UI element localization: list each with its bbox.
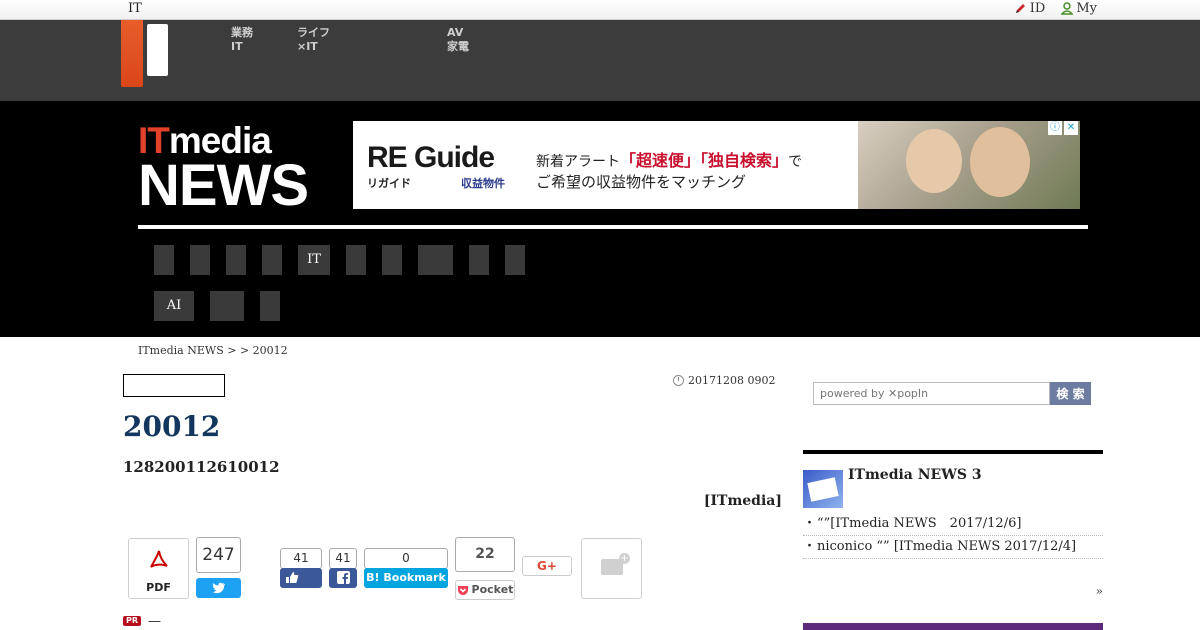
logo-news: NEWS: [138, 153, 309, 218]
ad-copy: ご希望の収益物件をマッチング: [536, 173, 747, 191]
header-nav-line2: IT: [231, 40, 243, 53]
my-link-label: My: [1076, 1, 1097, 16]
pdf-button-label: PDF: [146, 581, 171, 594]
category-nav-item[interactable]: [505, 245, 525, 275]
thumbs-up-icon: [286, 572, 299, 583]
facebook-icon: [336, 571, 350, 584]
clock-icon: [673, 375, 684, 386]
site-search: 検 索: [813, 382, 1091, 405]
category-nav-item[interactable]: [154, 245, 174, 275]
top-brand-link[interactable]: IT: [128, 1, 142, 16]
article-byline: [ITmedia]: [703, 493, 782, 509]
pdf-button[interactable]: PDF: [128, 538, 189, 599]
article-category-box: [123, 374, 225, 397]
itmedia-news-logo[interactable]: ITmedia NEWS: [138, 122, 309, 218]
category-nav-item[interactable]: [382, 245, 402, 275]
top-user-links: ID My: [1014, 1, 1097, 16]
google-plus-button[interactable]: G+: [522, 556, 572, 576]
fb-share-button[interactable]: [329, 568, 357, 588]
twitter-icon: [212, 582, 225, 594]
ad-headline: 新着アラート「超速便」「独自検索」で: [536, 147, 802, 171]
itmedia-logo-mark[interactable]: [121, 20, 143, 87]
sidebar-next-box: [803, 623, 1103, 630]
ad-logo-sub: リガイド 収益物件: [367, 175, 505, 191]
header-nav-line2: ×IT: [297, 40, 318, 53]
ad-controls: ⓘ ✕: [1048, 121, 1078, 135]
mail-share-button[interactable]: +: [581, 538, 642, 599]
global-header: 業務 IT ライフ ×IT AV 家電: [0, 20, 1200, 101]
header-nav-line2: 家電: [447, 40, 469, 53]
header-nav-line1: 業務: [231, 26, 253, 39]
pdf-icon: [150, 550, 168, 568]
ad-close-icon[interactable]: ✕: [1064, 121, 1078, 135]
sidebar-box-title: ITmedia NEWS 3: [848, 467, 982, 483]
banner-divider: [138, 225, 1088, 229]
hatena-bookmark-button[interactable]: B! Bookmark: [364, 568, 448, 588]
itmedia-logo-mark-white: [147, 24, 168, 76]
hatena-count: 0: [364, 548, 448, 569]
category-nav-item[interactable]: [418, 245, 453, 275]
sidebar-box-divider: [803, 450, 1103, 454]
top-utility-bar: IT ID My: [0, 0, 1200, 20]
my-link[interactable]: My: [1061, 1, 1097, 16]
category-nav-item-it[interactable]: IT: [298, 245, 330, 275]
search-input[interactable]: [813, 382, 1050, 405]
header-nav-life[interactable]: ライフ ×IT: [297, 26, 330, 54]
breadcrumb[interactable]: ITmedia NEWS > > 20012: [138, 344, 288, 357]
ad-photo-person: [906, 129, 962, 193]
tweet-button[interactable]: [196, 578, 241, 598]
header-nav-line1: ライフ: [297, 26, 330, 39]
ad-headline-post: で: [788, 154, 803, 170]
ad-tag: 収益物件: [461, 177, 505, 190]
ad-banner[interactable]: RE Guide リガイド 収益物件 新着アラート「超速便」「独自検索」で ご希望…: [353, 121, 1080, 209]
pocket-button[interactable]: Pocket: [455, 580, 515, 600]
header-nav-av[interactable]: AV 家電: [447, 26, 469, 54]
category-nav-row1: IT: [154, 245, 525, 275]
search-button[interactable]: 検 索: [1050, 382, 1091, 405]
ad-photo-person: [970, 127, 1030, 197]
id-link[interactable]: ID: [1014, 1, 1046, 16]
ad-headline-highlight: 「超速便」「独自検索」: [620, 151, 789, 170]
ad-headline-pre: 新着アラート: [536, 154, 620, 170]
article-date-text: 20171208 0902: [688, 374, 776, 387]
sidebar-news-list: “”[ITmedia NEWS 2017/12/6] niconico “” […: [803, 513, 1103, 559]
pr-badge: PR: [123, 616, 142, 626]
pocket-count: 22: [455, 537, 515, 572]
pocket-icon: [457, 585, 468, 595]
category-nav-item[interactable]: [260, 291, 280, 321]
category-nav-item[interactable]: [262, 245, 282, 275]
header-nav-business[interactable]: 業務 IT: [231, 26, 253, 54]
pencil-icon: [1015, 4, 1025, 13]
article-title: 20012: [123, 410, 221, 443]
add-icon: +: [619, 553, 630, 564]
category-nav-item-ai[interactable]: AI: [154, 291, 194, 321]
fb-like-button[interactable]: [280, 568, 322, 588]
ad-logo-text: RE Guide: [367, 141, 495, 174]
category-nav-item[interactable]: [210, 291, 244, 321]
ad-kana: リガイド: [367, 177, 411, 190]
pr-text[interactable]: —: [148, 614, 161, 629]
header-nav-line1: AV: [447, 26, 464, 39]
ad-logo: RE Guide: [367, 141, 495, 175]
article-date: 20171208 0902: [673, 374, 775, 387]
ad-photo: [858, 121, 1080, 209]
category-nav-item[interactable]: [226, 245, 246, 275]
mail-magazine-icon: [803, 470, 843, 508]
category-nav-row2: AI: [154, 291, 280, 321]
category-nav-item[interactable]: [469, 245, 489, 275]
category-nav-item[interactable]: [346, 245, 366, 275]
more-link[interactable]: »: [1096, 584, 1103, 598]
sidebar-news-item[interactable]: niconico “” [ITmedia NEWS 2017/12/4]: [803, 536, 1103, 559]
user-icon: [1061, 2, 1074, 15]
fb-like-count: 41: [280, 548, 322, 569]
fb-share-count: 41: [329, 548, 357, 569]
ad-info-icon[interactable]: ⓘ: [1048, 121, 1062, 135]
article-subtitle: 128200112610012: [123, 458, 280, 476]
tweet-count: 247: [196, 537, 241, 573]
pocket-label: Pocket: [471, 583, 514, 596]
id-link-label: ID: [1029, 1, 1046, 16]
sidebar-news-item[interactable]: “”[ITmedia NEWS 2017/12/6]: [803, 513, 1103, 536]
category-nav-item[interactable]: [190, 245, 210, 275]
